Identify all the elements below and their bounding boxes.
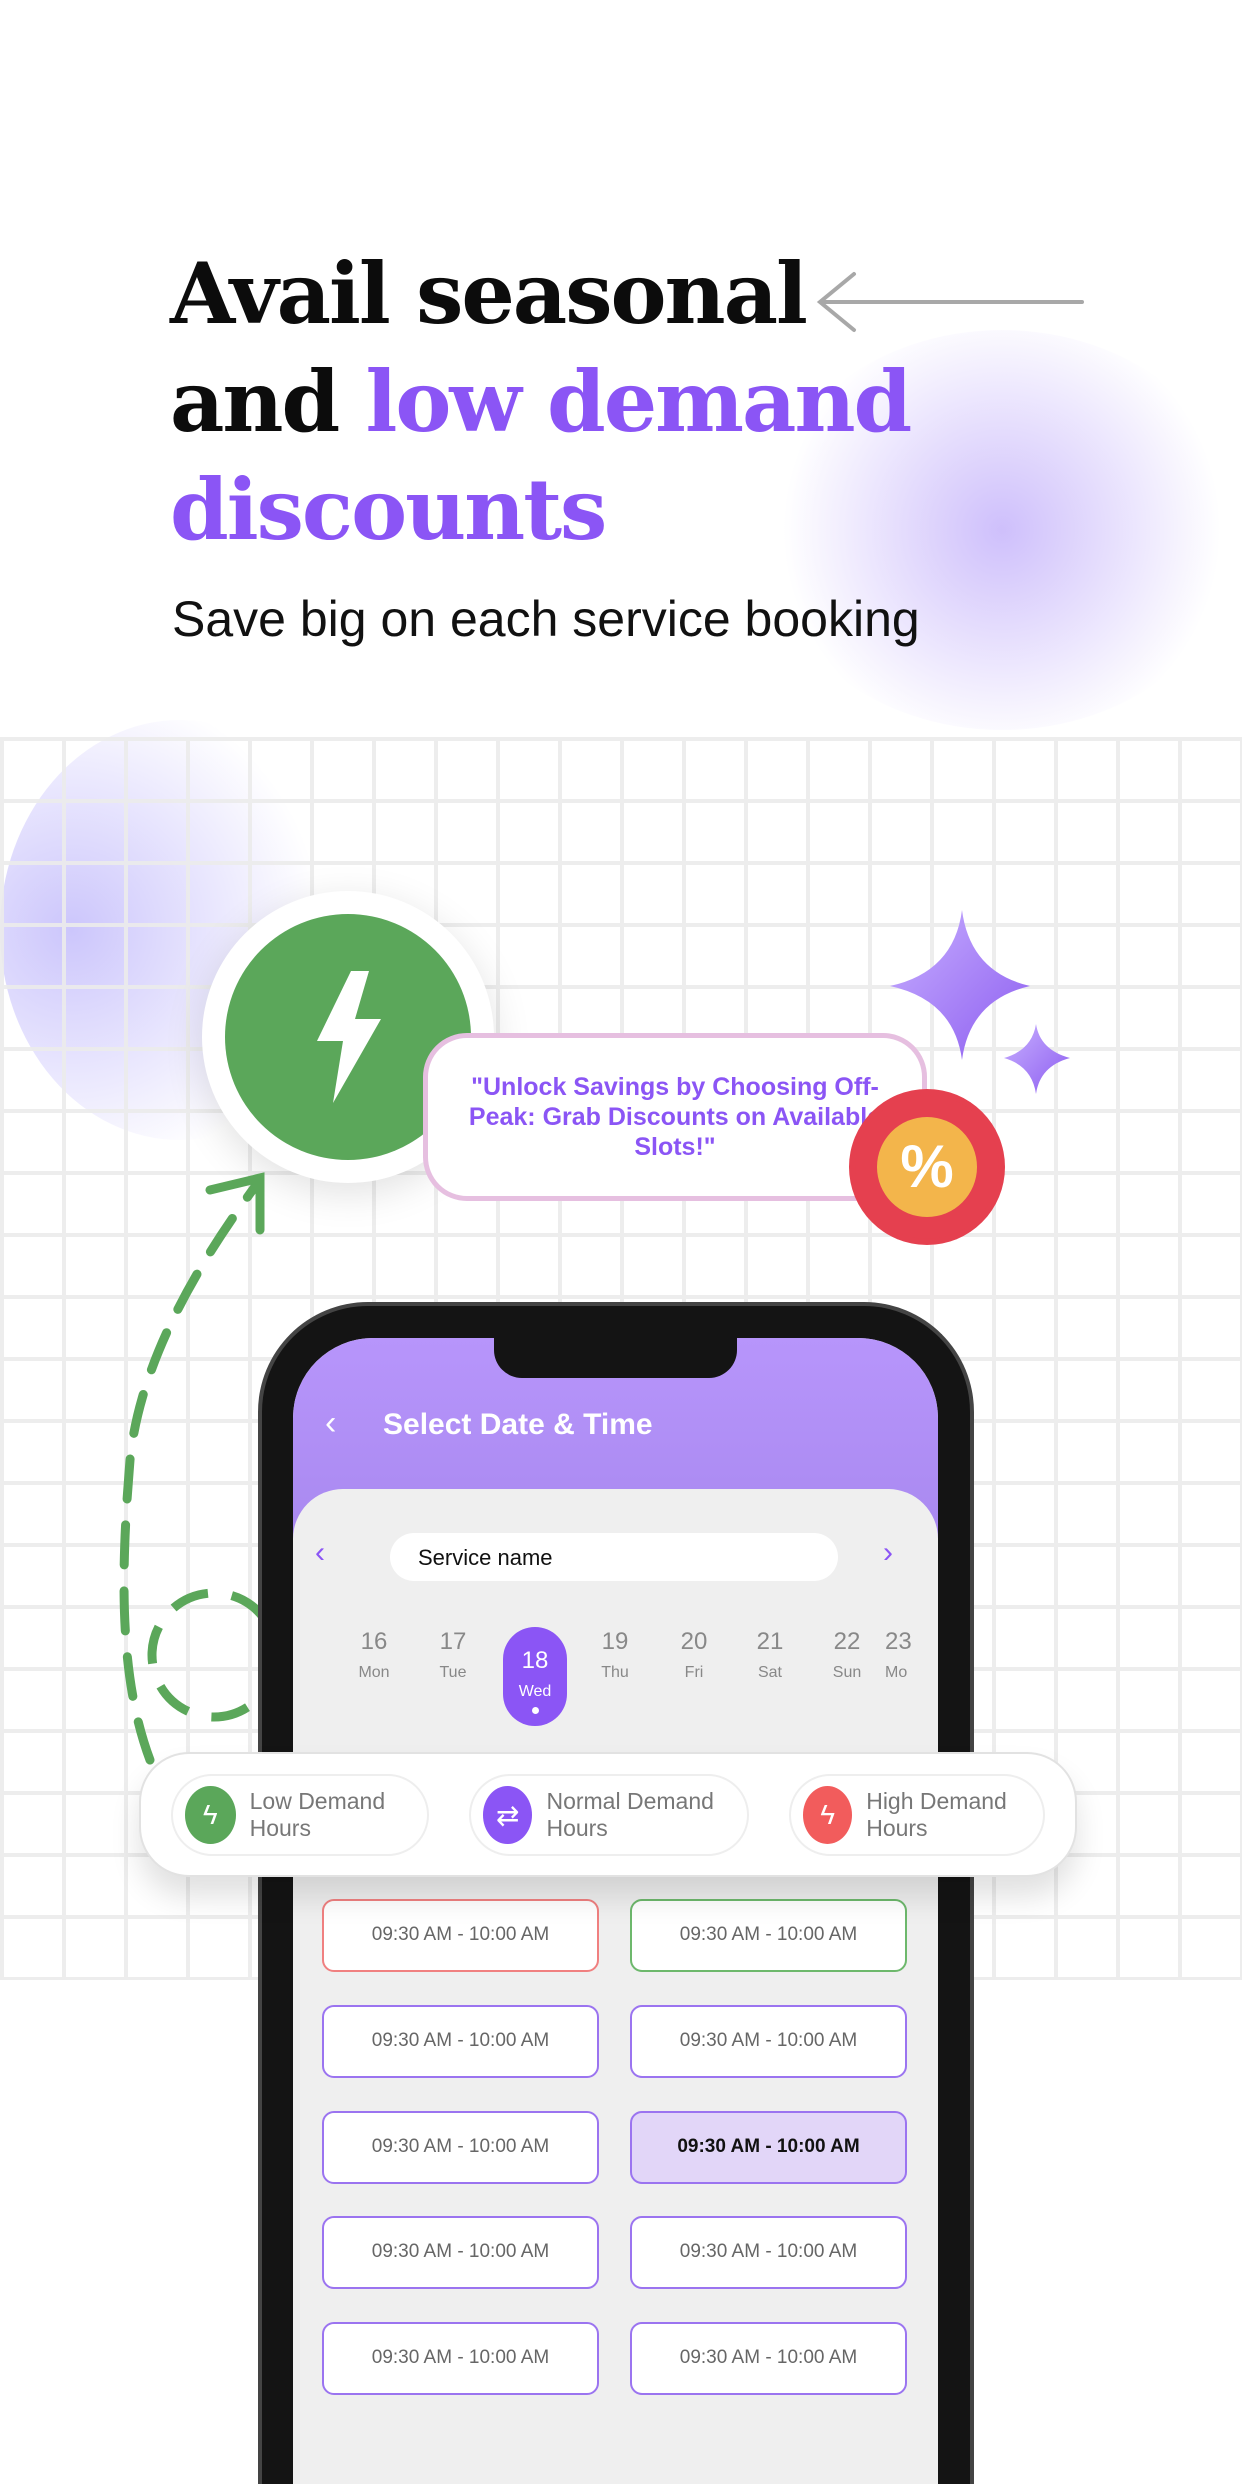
arrow-left-icon [816,272,1084,332]
date-item[interactable]: 23 Mo [885,1628,938,1682]
phone-screen: ‹ Select Date & Time ‹ Service name › 16… [293,1338,938,2484]
date-item[interactable]: 19 Thu [583,1628,647,1682]
date-item[interactable]: 18 Wed [503,1627,567,1726]
legend-low-demand[interactable]: ϟ Low Demand Hours [171,1774,429,1856]
date-day: Sat [757,1664,782,1681]
date-item[interactable]: 16 Mon [342,1628,406,1682]
time-slot[interactable]: 09:30 AM - 10:00 AM [322,2322,599,2395]
selected-dot [531,1707,539,1714]
demand-legend: ϟ Low Demand Hours ⇄ Normal Demand Hours… [139,1752,1077,1877]
legend-label: High Demand Hours [866,1788,1007,1841]
subtitle: Save big on each service booking [172,591,920,647]
phone-notch [494,1330,737,1378]
date-item[interactable]: 21 Sat [738,1628,802,1682]
date-item[interactable]: 22 Sun [815,1628,879,1682]
date-item[interactable]: 20 Fri [662,1628,726,1682]
date-day: Sun [832,1664,862,1681]
back-button[interactable]: ‹ [325,1404,336,1443]
legend-normal-demand[interactable]: ⇄ Normal Demand Hours [469,1774,749,1856]
legend-label: Low Demand Hours [249,1788,386,1841]
time-slot[interactable]: 09:30 AM - 10:00 AM [630,1899,907,1972]
headline: Avail seasonal and low demand discounts [170,240,912,564]
headline-line-1: Avail seasonal [170,244,808,343]
date-number: 21 [756,1628,784,1655]
date-number: 18 [521,1647,549,1674]
date-number: 20 [680,1628,708,1655]
date-day: Wed [518,1683,552,1700]
time-slot[interactable]: 09:30 AM - 10:00 AM [630,2322,907,2395]
date-day: Tue [439,1664,467,1681]
time-slot[interactable]: 09:30 AM - 10:00 AM [630,2005,907,2078]
time-slot[interactable]: 09:30 AM - 10:00 AM [322,2216,599,2289]
quote-bubble: "Unlock Savings by Choosing Off-Peak: Gr… [423,1033,927,1201]
screen-title: Select Date & Time [383,1408,653,1441]
date-day: Mo [885,1664,908,1681]
time-slot[interactable]: 09:30 AM - 10:00 AM [322,2111,599,2184]
prev-button[interactable]: ‹ [315,1536,325,1570]
service-name-field[interactable]: Service name [390,1533,838,1581]
legend-high-demand[interactable]: ϟ High Demand Hours [789,1774,1045,1856]
time-slot[interactable]: 09:30 AM - 10:00 AM [630,2216,907,2289]
arrows-icon: ⇄ [483,1786,533,1844]
bolt-icon: ϟ [185,1786,236,1844]
date-number: 22 [833,1628,861,1655]
headline-line-2: and [170,352,366,451]
date-number: 23 [885,1628,912,1655]
bolt-icon: ϟ [803,1786,853,1844]
date-number: 17 [439,1628,467,1655]
time-slot[interactable]: 09:30 AM - 10:00 AM [322,2005,599,2078]
percent-icon: % [877,1117,977,1217]
date-number: 19 [601,1628,629,1655]
discount-badge: % [855,1095,999,1239]
headline-highlight: discounts [170,460,607,559]
date-day: Fri [684,1664,704,1681]
date-day: Thu [601,1664,629,1681]
time-slot[interactable]: 09:30 AM - 10:00 AM [630,2111,907,2184]
legend-label: Normal Demand Hours [546,1788,714,1841]
time-slot[interactable]: 09:30 AM - 10:00 AM [322,1899,599,1972]
sparkle-icon [890,910,1070,1094]
date-item[interactable]: 17 Tue [421,1628,485,1682]
date-day: Mon [358,1664,390,1681]
headline-highlight: low demand [365,352,912,451]
next-button[interactable]: › [883,1536,893,1570]
date-number: 16 [360,1628,388,1655]
